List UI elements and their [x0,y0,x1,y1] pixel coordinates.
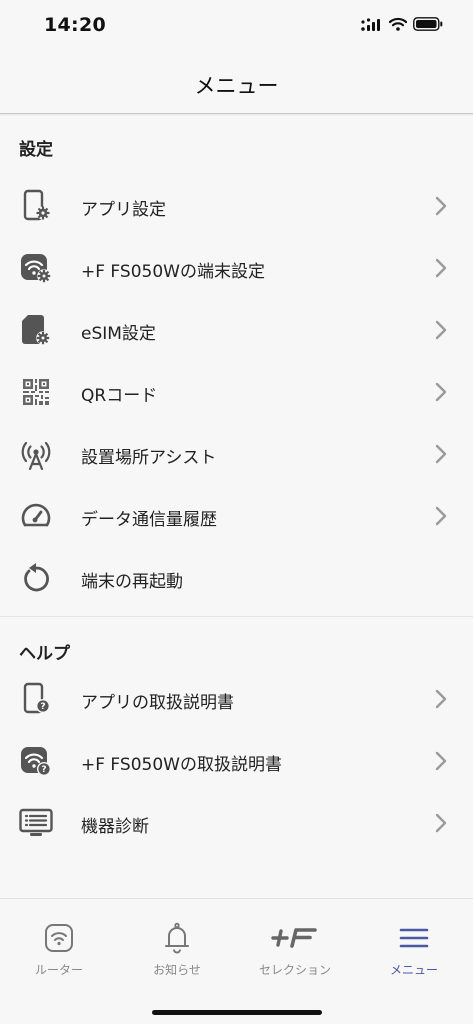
chevron-right-icon [435,382,447,402]
menu-item-label: eSIM設定 [81,324,156,344]
battery-icon [413,17,443,31]
chevron-right-icon [435,258,447,278]
menu-item-restart-device[interactable]: 端末の再起動 [0,547,473,609]
menu-item-esim-settings[interactable]: eSIM設定 [0,299,473,361]
menu-list: 設定 アプリ設定 +F FS050Wの端末設定 eSIM設定 QRコード 設置場… [0,115,473,854]
menu-item-label: +F FS050Wの取扱説明書 [81,755,282,775]
phone-help-icon: ? [19,682,53,716]
page-title: メニュー [194,74,279,98]
router-gear-icon [19,251,53,285]
chevron-right-icon [435,751,447,771]
home-indicator[interactable] [152,1010,322,1015]
status-bar: 14:20 [0,0,473,54]
chevron-right-icon [435,444,447,464]
tab-label: お知らせ [153,963,201,977]
chevron-right-icon [435,320,447,340]
menu-item-qr-code[interactable]: QRコード [0,361,473,423]
menu-item-device-manual[interactable]: ? +F FS050Wの取扱説明書 [0,730,473,792]
restart-icon [19,561,53,595]
svg-text:?: ? [40,702,45,712]
tab-menu[interactable]: メニュー [355,921,473,981]
section-header-settings: 設定 [19,140,53,160]
tab-label: メニュー [389,963,438,977]
chevron-right-icon [435,689,447,709]
menu-item-device-settings[interactable]: +F FS050Wの端末設定 [0,237,473,299]
menu-item-label: データ通信量履歴 [81,510,217,530]
sim-gear-icon [19,313,53,347]
chevron-right-icon [435,506,447,526]
qr-code-icon [19,375,53,409]
antenna-icon [19,437,53,471]
status-icons [361,17,443,31]
diagnostics-icon [19,806,53,840]
menu-item-label: +F FS050Wの端末設定 [81,262,265,282]
menu-item-data-usage-history[interactable]: データ通信量履歴 [0,485,473,547]
menu-item-placement-assist[interactable]: 設置場所アシスト [0,423,473,485]
tab-router[interactable]: ルーター [0,921,118,981]
menu-item-label: アプリ設定 [81,200,166,220]
menu-item-label: QRコード [81,386,158,406]
menu-item-label: 機器診断 [81,817,149,837]
plus-f-logo-icon [236,921,354,955]
navigation-bar: メニュー [0,54,473,114]
tab-label: セレクション [258,963,331,977]
section-header-help: ヘルプ [19,644,70,664]
menu-item-label: 端末の再起動 [81,572,183,592]
chevron-right-icon [435,196,447,216]
menu-item-device-diagnostics[interactable]: 機器診断 [0,792,473,854]
menu-item-label: アプリの取扱説明書 [81,693,234,713]
tab-bar: ルーター お知らせ セレクション メニュー [0,898,473,1024]
router-help-icon: ? [19,744,53,778]
menu-item-app-settings[interactable]: アプリ設定 [0,175,473,237]
menu-item-app-manual[interactable]: ? アプリの取扱説明書 [0,668,473,730]
chevron-right-icon [435,813,447,833]
status-time: 14:20 [44,14,106,36]
bell-icon [118,921,236,955]
svg-text:?: ? [41,765,46,775]
tab-label: ルーター [34,963,83,977]
menu-item-label: 設置場所アシスト [81,448,217,468]
phone-gear-icon [19,189,53,223]
wifi-status-icon [389,17,407,31]
speedometer-icon [19,499,53,533]
router-wifi-icon [0,921,118,955]
cellular-signal-icon [361,18,380,31]
hamburger-menu-icon [355,921,473,955]
tab-selection[interactable]: セレクション [236,921,354,981]
tab-notifications[interactable]: お知らせ [118,921,236,981]
